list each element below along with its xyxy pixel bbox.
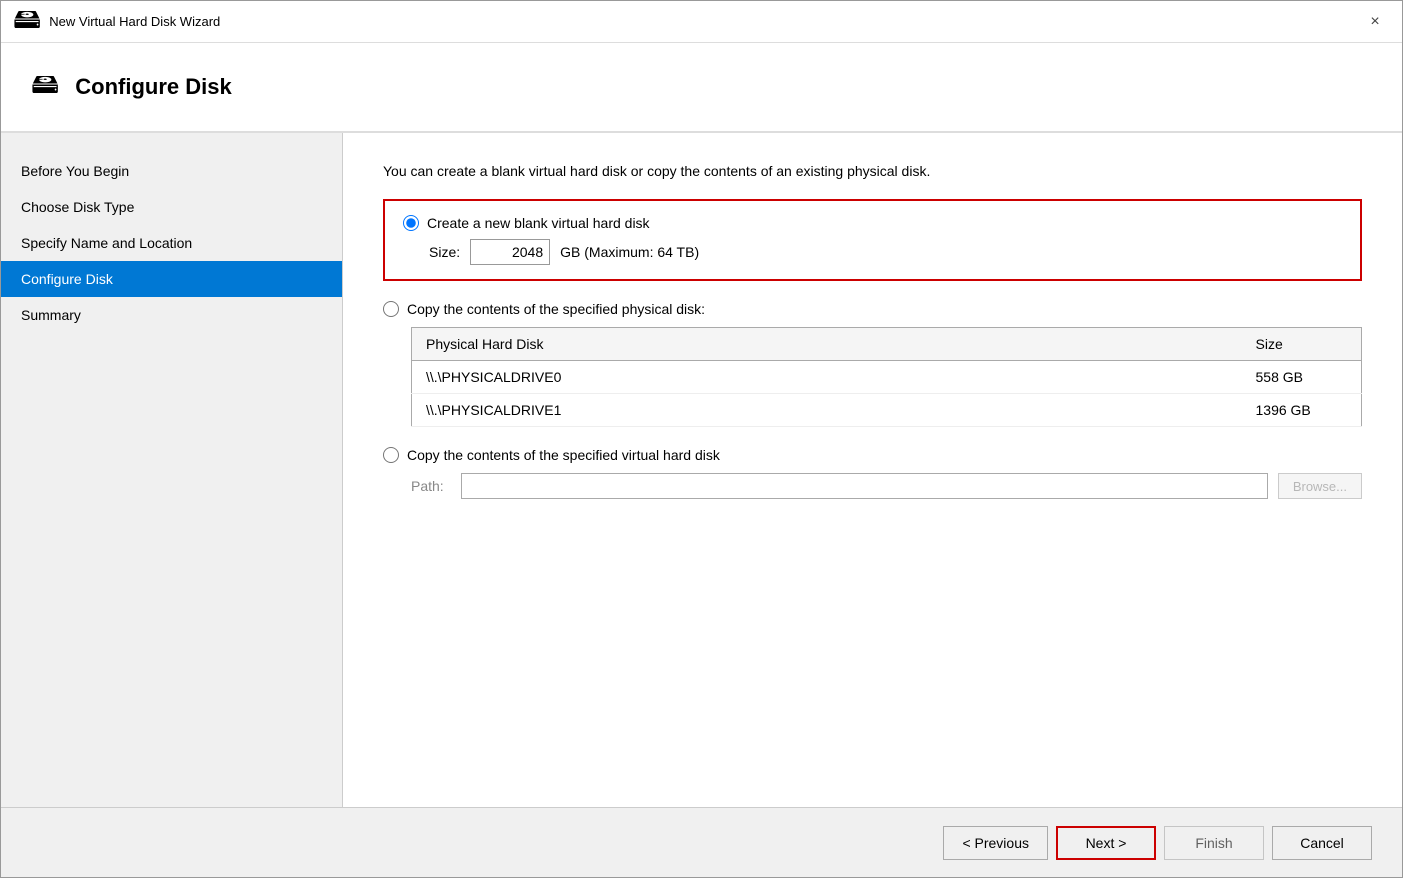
radio-copy-physical-input[interactable] [383, 301, 399, 317]
description-text: You can create a blank virtual hard disk… [383, 163, 1362, 179]
previous-button[interactable]: < Previous [943, 826, 1048, 860]
browse-button[interactable]: Browse... [1278, 473, 1362, 499]
radio-copy-virtual-label: Copy the contents of the specified virtu… [407, 447, 720, 463]
size-unit: GB (Maximum: 64 TB) [560, 244, 699, 260]
radio-create-blank-label: Create a new blank virtual hard disk [427, 215, 650, 231]
content-area: Before You Begin Choose Disk Type Specif… [1, 133, 1402, 807]
radio-copy-virtual[interactable]: Copy the contents of the specified virtu… [383, 447, 1362, 463]
window-title: New Virtual Hard Disk Wizard [49, 14, 220, 29]
sidebar-item-choose-disk-type[interactable]: Choose Disk Type [1, 189, 342, 225]
page-header: 🖴 Configure Disk [1, 43, 1402, 133]
sidebar-item-specify-name-location[interactable]: Specify Name and Location [1, 225, 342, 261]
disk-name-0: \\.\PHYSICALDRIVE0 [412, 361, 1242, 394]
title-bar: 🖴 New Virtual Hard Disk Wizard × [1, 1, 1402, 43]
sidebar-item-before-you-begin[interactable]: Before You Begin [1, 153, 342, 189]
radio-copy-virtual-input[interactable] [383, 447, 399, 463]
path-label: Path: [411, 478, 451, 494]
sidebar-item-configure-disk[interactable]: Configure Disk [1, 261, 342, 297]
radio-copy-physical[interactable]: Copy the contents of the specified physi… [383, 301, 1362, 317]
size-label: Size: [429, 244, 460, 260]
wizard-window: 🖴 New Virtual Hard Disk Wizard × 🖴 Confi… [0, 0, 1403, 878]
next-button[interactable]: Next > [1056, 826, 1156, 860]
disk-size-1: 1396 GB [1242, 394, 1362, 427]
table-row[interactable]: \\.\PHYSICALDRIVE1 1396 GB [412, 394, 1362, 427]
cancel-button[interactable]: Cancel [1272, 826, 1372, 860]
radio-copy-physical-label: Copy the contents of the specified physi… [407, 301, 705, 317]
sidebar: Before You Begin Choose Disk Type Specif… [1, 133, 343, 807]
header-icon: 🖴 [31, 63, 59, 111]
copy-virtual-section: Copy the contents of the specified virtu… [383, 447, 1362, 499]
path-row: Path: Browse... [411, 473, 1362, 499]
sidebar-item-summary[interactable]: Summary [1, 297, 342, 333]
table-header-disk: Physical Hard Disk [412, 328, 1242, 361]
disk-size-0: 558 GB [1242, 361, 1362, 394]
footer: < Previous Next > Finish Cancel [1, 807, 1402, 877]
table-header-size: Size [1242, 328, 1362, 361]
main-content: You can create a blank virtual hard disk… [343, 133, 1402, 807]
title-bar-left: 🖴 New Virtual Hard Disk Wizard [13, 0, 220, 46]
table-row[interactable]: \\.\PHYSICALDRIVE0 558 GB [412, 361, 1362, 394]
path-input[interactable] [461, 473, 1268, 499]
radio-create-blank-input[interactable] [403, 215, 419, 231]
page-title: Configure Disk [75, 74, 231, 100]
size-row: Size: GB (Maximum: 64 TB) [429, 239, 1342, 265]
finish-button[interactable]: Finish [1164, 826, 1264, 860]
window-icon: 🖴 [13, 0, 41, 46]
radio-create-blank[interactable]: Create a new blank virtual hard disk [403, 215, 1342, 231]
close-button[interactable]: × [1360, 7, 1390, 37]
disk-name-1: \\.\PHYSICALDRIVE1 [412, 394, 1242, 427]
create-blank-box: Create a new blank virtual hard disk Siz… [383, 199, 1362, 281]
size-input[interactable] [470, 239, 550, 265]
copy-physical-section: Copy the contents of the specified physi… [383, 301, 1362, 427]
physical-disk-table: Physical Hard Disk Size \\.\PHYSICALDRIV… [411, 327, 1362, 427]
